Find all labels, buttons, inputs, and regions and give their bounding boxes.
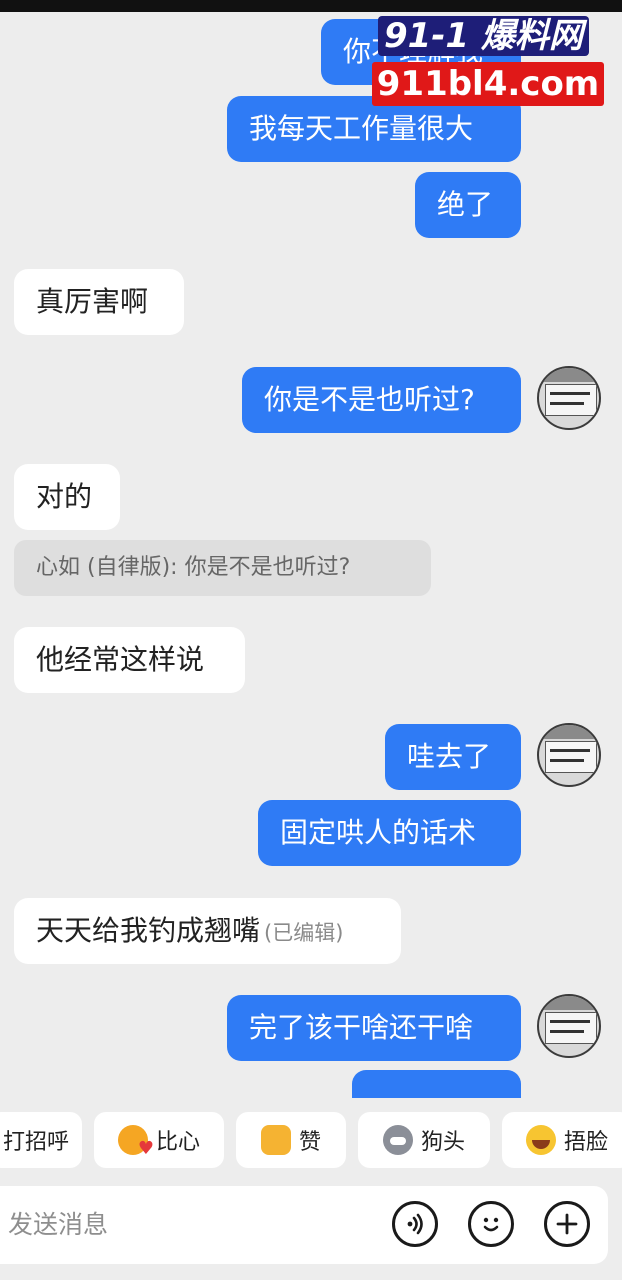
message-bubble-outgoing[interactable]: … (352, 1070, 521, 1098)
dog-head-emoji-icon (382, 1125, 413, 1155)
chat-history[interactable]: 你不理解我 我每天工作量很大 绝了 真厉害啊 你是不是也听过? 对的 心如 (自… (0, 12, 622, 1098)
voice-icon[interactable] (392, 1201, 438, 1247)
reaction-chip-heart[interactable]: 比心 (94, 1112, 224, 1168)
plus-icon[interactable] (544, 1201, 590, 1247)
message-bubble-outgoing[interactable]: 绝了 (415, 172, 521, 238)
reaction-chip-like[interactable]: 赞 (236, 1112, 346, 1168)
watermark-logo: 91-1 爆料网 911bl4.com (370, 12, 610, 106)
message-bubble-incoming[interactable]: 他经常这样说 (14, 627, 245, 693)
reaction-label: 狗头 (420, 1130, 465, 1155)
message-bubble-outgoing[interactable]: 哇去了 (385, 724, 521, 790)
message-input[interactable]: 发送消息 (8, 1186, 108, 1264)
watermark-url: 911bl4.com (372, 62, 604, 106)
edited-label: (已编辑) (264, 921, 344, 945)
quick-reactions-bar: 打招呼 比心 赞 狗头 捂脸 (0, 1112, 622, 1170)
reaction-chip-facepalm[interactable]: 捂脸 (502, 1112, 622, 1168)
message-bubble-incoming[interactable]: 真厉害啊 (14, 269, 184, 335)
reaction-label: 赞 (298, 1130, 321, 1155)
message-bubble-incoming[interactable]: 天天给我钓成翘嘴 (已编辑) (14, 898, 401, 964)
avatar[interactable] (537, 366, 601, 430)
message-bubble-outgoing[interactable]: 完了该干啥还干啥 (227, 995, 521, 1061)
message-input-bar: 发送消息 (0, 1186, 608, 1264)
avatar[interactable] (537, 994, 601, 1058)
message-bubble-incoming[interactable]: 对的 (14, 464, 120, 530)
facepalm-emoji-icon (525, 1125, 556, 1155)
message-bubble-outgoing[interactable]: 固定哄人的话术 (258, 800, 521, 866)
emoji-icon[interactable] (468, 1201, 514, 1247)
reaction-chip-greet[interactable]: 打招呼 (0, 1112, 82, 1168)
reaction-chip-doge[interactable]: 狗头 (358, 1112, 490, 1168)
avatar[interactable] (537, 723, 601, 787)
watermark-title: 91-1 爆料网 (378, 16, 589, 56)
heart-hands-emoji-icon (117, 1125, 154, 1159)
reaction-label: 比心 (155, 1130, 200, 1155)
quoted-reply[interactable]: 心如 (自律版): 你是不是也听过? (14, 540, 431, 596)
status-bar (0, 0, 622, 12)
message-bubble-outgoing[interactable]: 你是不是也听过? (242, 367, 521, 433)
thumbs-up-emoji-icon (260, 1125, 291, 1155)
reaction-label: 捂脸 (563, 1130, 608, 1155)
reaction-label: 打招呼 (2, 1130, 69, 1155)
message-text: 天天给我钓成翘嘴 (36, 914, 261, 947)
